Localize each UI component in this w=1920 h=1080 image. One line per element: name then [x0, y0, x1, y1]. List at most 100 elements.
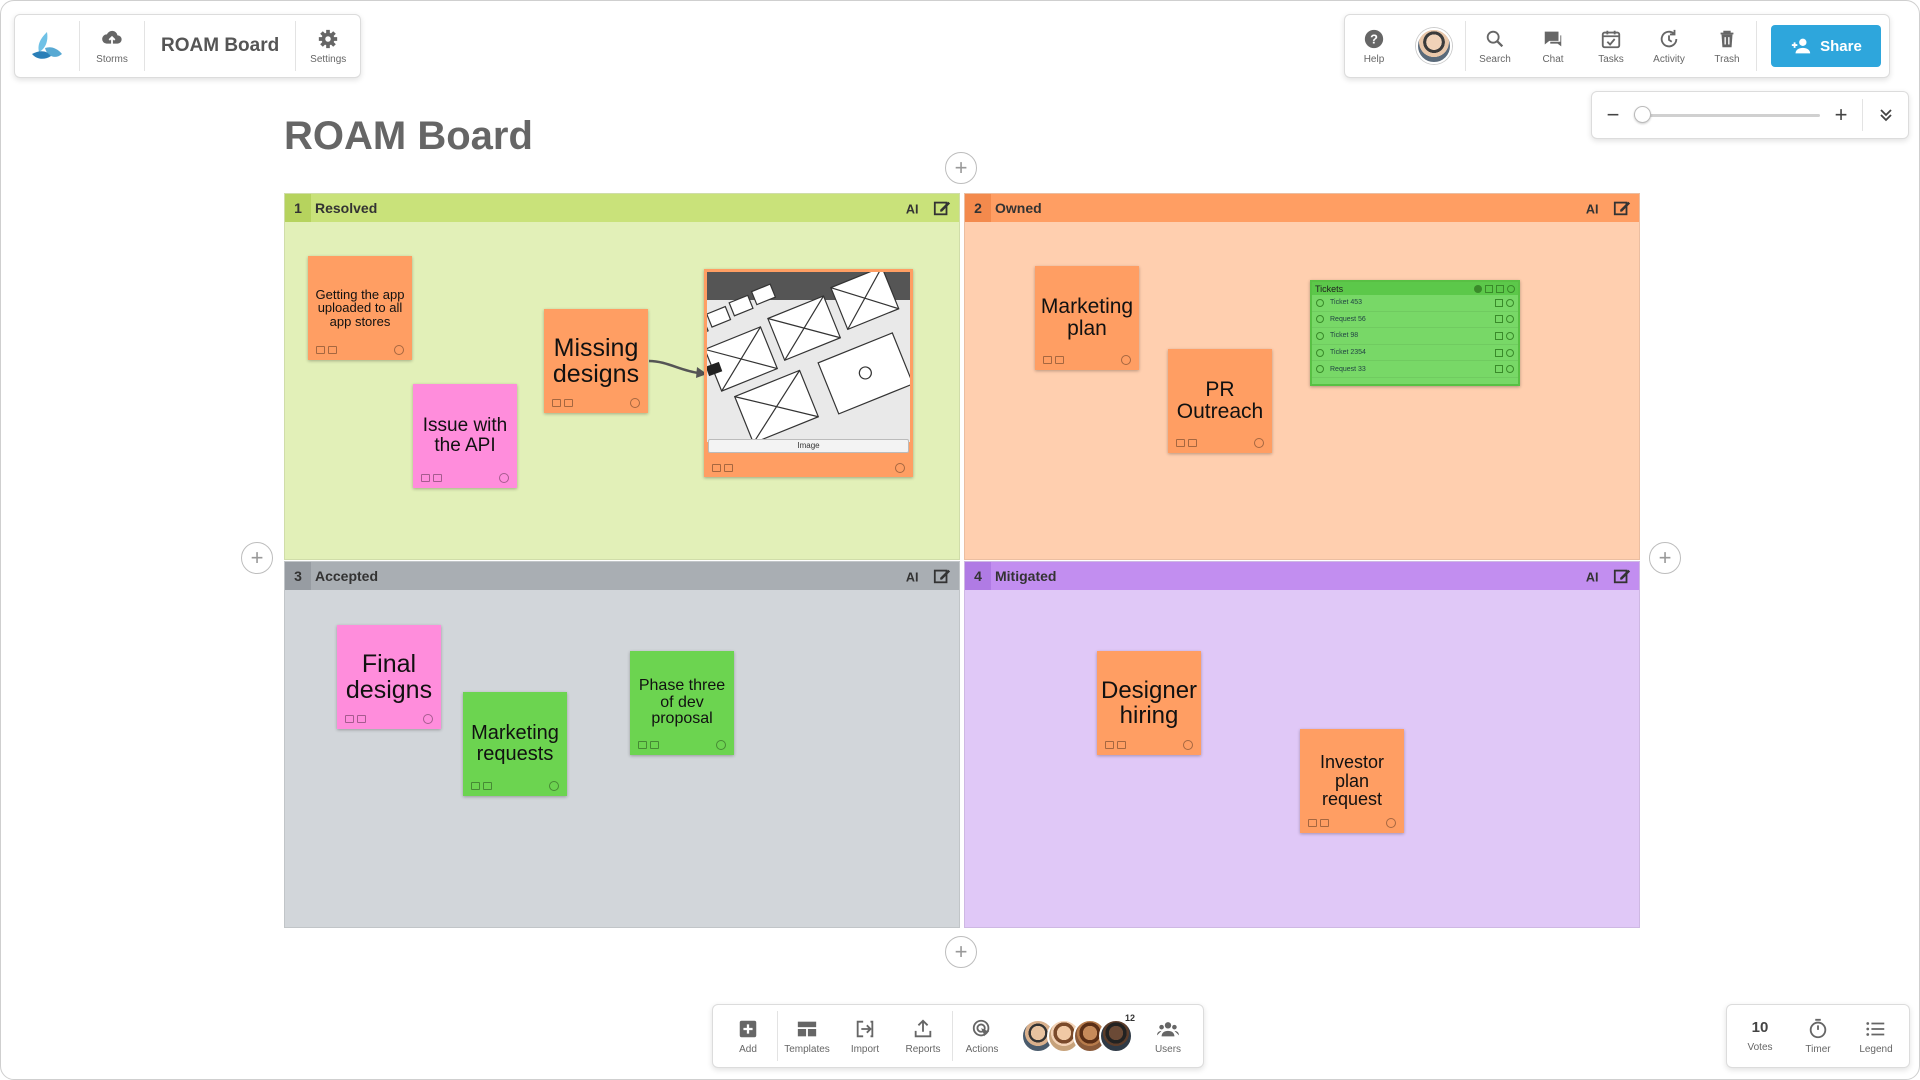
vote-check-icon[interactable]	[549, 781, 559, 791]
add-column-left-button[interactable]: +	[241, 542, 273, 574]
ai-icon[interactable]: AI	[905, 567, 923, 585]
votes-button[interactable]: 10 Votes	[1731, 1005, 1789, 1067]
quadrant-accepted[interactable]: 3 Accepted AI	[284, 561, 960, 928]
sticky-note[interactable]: PR Outreach	[1168, 349, 1272, 453]
sticky-note[interactable]: Marketing requests	[463, 692, 567, 796]
zoom-slider[interactable]	[1634, 105, 1820, 123]
comment-icon[interactable]	[471, 782, 480, 790]
sticky-note[interactable]: Getting the app uploaded to all app stor…	[308, 256, 412, 360]
tasks-button[interactable]: Tasks	[1582, 15, 1640, 77]
attachment-icon[interactable]	[483, 782, 492, 790]
add-row-top-button[interactable]: +	[945, 152, 977, 184]
connector-arrow[interactable]	[647, 351, 709, 381]
comment-icon[interactable]	[316, 346, 325, 354]
vote-check-icon[interactable]	[1121, 355, 1131, 365]
attachment-icon[interactable]	[1495, 348, 1503, 357]
app-logo[interactable]	[15, 15, 79, 77]
quadrant-label[interactable]: Accepted	[315, 568, 905, 584]
attachment-icon[interactable]	[1495, 315, 1503, 324]
expand-button[interactable]	[1862, 99, 1908, 131]
vote-check-icon[interactable]	[1386, 818, 1396, 828]
comment-icon[interactable]	[345, 715, 354, 723]
comment-icon[interactable]	[1176, 439, 1185, 447]
comment-icon[interactable]	[1308, 819, 1317, 827]
attachment-icon[interactable]	[1055, 356, 1064, 364]
edit-icon[interactable]	[1613, 199, 1631, 217]
attachment-icon[interactable]	[564, 399, 573, 407]
check-icon[interactable]	[1316, 331, 1324, 340]
vote-check-icon[interactable]	[1183, 740, 1193, 750]
attachment-icon[interactable]	[1495, 365, 1503, 374]
vote-check-icon[interactable]	[1254, 438, 1264, 448]
attachment-icon[interactable]	[1495, 298, 1503, 307]
info-icon[interactable]	[1506, 315, 1514, 324]
add-column-right-button[interactable]: +	[1649, 542, 1681, 574]
ticket-row[interactable]: Request 56	[1312, 312, 1518, 329]
info-icon[interactable]	[1506, 365, 1514, 374]
ticket-row[interactable]: Ticket 2354	[1312, 345, 1518, 362]
import-button[interactable]: Import	[836, 1005, 894, 1067]
online-users[interactable]: 12	[1021, 1005, 1135, 1067]
chat-button[interactable]: Chat	[1524, 15, 1582, 77]
quadrant-label[interactable]: Owned	[995, 200, 1585, 216]
comment-icon[interactable]	[712, 464, 721, 472]
tickets-list-widget[interactable]: Tickets Ticket 453 Request 56 Ticket 98 …	[1310, 280, 1520, 386]
ai-icon[interactable]: AI	[905, 199, 923, 217]
info-icon[interactable]	[1506, 348, 1514, 357]
ticket-row[interactable]: Ticket 453	[1312, 295, 1518, 312]
check-icon[interactable]	[1316, 348, 1324, 357]
quadrant-label[interactable]: Mitigated	[995, 568, 1585, 584]
comment-icon[interactable]	[552, 399, 561, 407]
attachment-icon[interactable]	[357, 715, 366, 723]
sticky-note[interactable]: Marketing plan	[1035, 266, 1139, 370]
vote-check-icon[interactable]	[423, 714, 433, 724]
sticky-note[interactable]: Designer hiring	[1097, 651, 1201, 755]
attachment-icon[interactable]	[1320, 819, 1329, 827]
user-avatar[interactable]	[1403, 15, 1465, 77]
sticky-note[interactable]: Investor plan request	[1300, 729, 1404, 833]
actions-button[interactable]: Actions	[953, 1005, 1011, 1067]
comment-icon[interactable]	[421, 474, 430, 482]
sticky-note[interactable]: Phase three of dev proposal	[630, 651, 734, 755]
share-button[interactable]: Share	[1771, 25, 1881, 67]
legend-button[interactable]: Legend	[1847, 1005, 1905, 1067]
ticket-row[interactable]: Request 33	[1312, 361, 1518, 378]
attachment-icon[interactable]	[724, 464, 733, 472]
sticky-note[interactable]: Final designs	[337, 625, 441, 729]
attachment-icon[interactable]	[328, 346, 337, 354]
users-button[interactable]: Users	[1139, 1005, 1197, 1067]
ticket-row[interactable]: Ticket 98	[1312, 328, 1518, 345]
image-card[interactable]: Image	[704, 269, 913, 477]
search-button[interactable]: Search	[1466, 15, 1524, 77]
info-icon[interactable]	[1506, 298, 1514, 307]
info-icon[interactable]	[1506, 331, 1514, 340]
settings-button[interactable]: Settings	[296, 15, 360, 77]
storms-button[interactable]: Storms	[80, 15, 144, 77]
edit-icon[interactable]	[933, 567, 951, 585]
vote-check-icon[interactable]	[630, 398, 640, 408]
board-name[interactable]: ROAM Board	[145, 15, 295, 77]
zoom-out-button[interactable]: −	[1592, 102, 1634, 128]
vote-check-icon[interactable]	[895, 463, 905, 473]
check-icon[interactable]	[1316, 315, 1324, 324]
zoom-in-button[interactable]: +	[1820, 102, 1862, 128]
edit-icon[interactable]	[1613, 567, 1631, 585]
quadrant-label[interactable]: Resolved	[315, 200, 905, 216]
add-button[interactable]: Add	[719, 1005, 777, 1067]
add-row-bottom-button[interactable]: +	[945, 936, 977, 968]
comment-icon[interactable]	[1105, 741, 1114, 749]
avatar[interactable]	[1099, 1019, 1133, 1053]
attachment-icon[interactable]	[433, 474, 442, 482]
comment-icon[interactable]	[1485, 284, 1493, 293]
vote-check-icon[interactable]	[394, 345, 404, 355]
check-icon[interactable]	[1316, 298, 1324, 307]
ai-icon[interactable]: AI	[1585, 567, 1603, 585]
edit-icon[interactable]	[933, 199, 951, 217]
cloud-icon[interactable]	[1474, 284, 1482, 293]
vote-check-icon[interactable]	[1507, 284, 1515, 293]
sticky-note[interactable]: Missing designs	[544, 309, 648, 413]
timer-button[interactable]: Timer	[1789, 1005, 1847, 1067]
ai-icon[interactable]: AI	[1585, 199, 1603, 217]
quadrant-owned[interactable]: 2 Owned AI	[964, 193, 1640, 560]
sticky-note[interactable]: Issue with the API	[413, 384, 517, 488]
